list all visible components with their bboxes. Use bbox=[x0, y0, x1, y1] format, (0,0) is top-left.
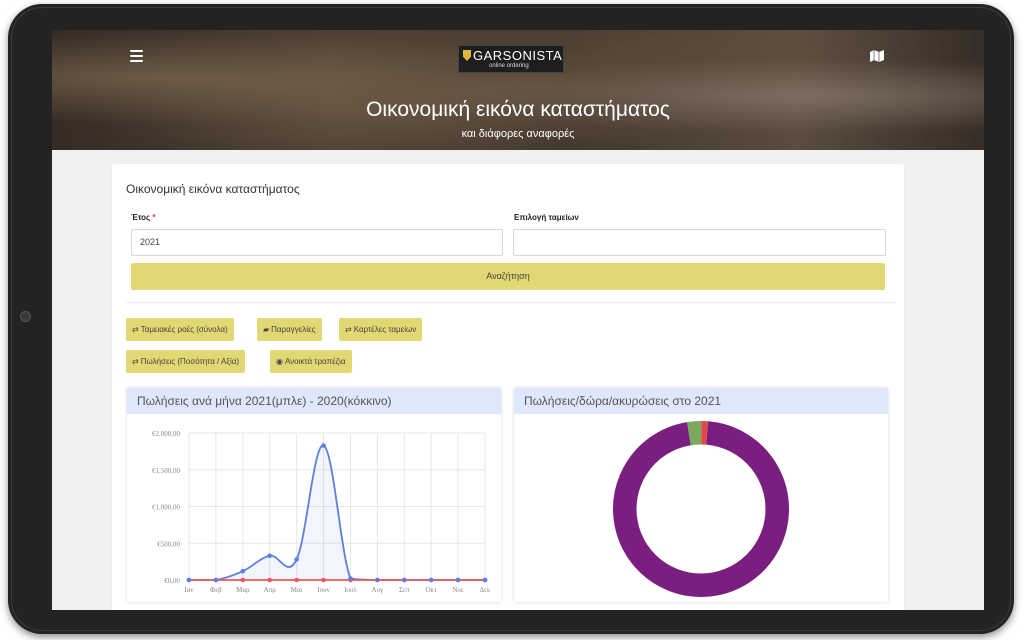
donut-slice-sales bbox=[613, 421, 789, 597]
tab-register-cards[interactable]: ⇄ Καρτέλες ταμείων bbox=[339, 318, 423, 341]
tablet-frame: GARSONISTA online ordering Οικονομική ει… bbox=[8, 4, 1014, 634]
donut-inner-edge bbox=[636, 444, 766, 574]
y-tick-label: €2.000,00 bbox=[152, 430, 181, 438]
donut-slice-gifts bbox=[687, 421, 702, 446]
series-2021-point bbox=[375, 577, 380, 583]
x-tick-label: Ιουλ bbox=[344, 586, 357, 594]
monthly-sales-title: Πωλήσεις ανά μήνα 2021(μπλε) - 2020(κόκκ… bbox=[127, 388, 501, 414]
app-screen: GARSONISTA online ordering Οικονομική ει… bbox=[52, 30, 984, 610]
card-title: Οικονομική εικόνα καταστήματος bbox=[126, 182, 300, 196]
series-2021-point bbox=[401, 577, 407, 583]
page-title: Οικονομική εικόνα καταστήματος bbox=[366, 98, 670, 121]
series-2020-point bbox=[240, 577, 246, 583]
x-tick-label: Σεπ bbox=[399, 586, 410, 594]
x-tick-label: Αυγ bbox=[372, 586, 384, 594]
logo-shield-icon bbox=[463, 50, 471, 61]
series-2021-point bbox=[482, 577, 488, 583]
series-2021-area bbox=[189, 445, 485, 580]
monthly-sales-panel: Πωλήσεις ανά μήνα 2021(μπλε) - 2020(κόκκ… bbox=[127, 388, 501, 602]
series-2021-point bbox=[294, 557, 299, 562]
x-tick-label: Φεβ bbox=[210, 586, 222, 594]
x-tick-label: Μαι bbox=[291, 586, 303, 594]
tab-sales-quantity-value[interactable]: ⇄ Πωλήσεις (Ποσότητα / Αξία) bbox=[126, 350, 246, 373]
series-2021-point bbox=[240, 568, 246, 574]
logo-name: GARSONISTA bbox=[473, 48, 563, 63]
x-tick-label: Ιουν bbox=[317, 586, 329, 594]
x-tick-label: Νοε bbox=[452, 586, 464, 594]
hamburger-menu-icon[interactable] bbox=[130, 50, 143, 62]
registers-label: Επιλογή ταμείων bbox=[514, 213, 579, 222]
series-2021-point bbox=[321, 443, 326, 448]
garsonista-logo[interactable]: GARSONISTA online ordering bbox=[458, 45, 564, 73]
exchange-icon: ⇄ bbox=[345, 325, 352, 334]
report-card: Οικονομική εικόνα καταστήματος Έτος * 20… bbox=[112, 164, 904, 610]
map-marker-icon: ◉ bbox=[276, 357, 283, 366]
x-tick-label: Δεκ bbox=[480, 586, 491, 594]
tab-cash-flows[interactable]: ⇄ Ταμειακές ροές (σύνολα) bbox=[126, 318, 234, 341]
year-label: Έτος * bbox=[131, 213, 156, 222]
registers-select[interactable] bbox=[513, 229, 886, 256]
hero-banner: GARSONISTA online ordering Οικονομική ει… bbox=[52, 30, 984, 150]
y-tick-label: €0,00 bbox=[164, 577, 180, 585]
series-2021-point bbox=[267, 553, 273, 559]
tab-orders[interactable]: ▰ Παραγγελίες bbox=[257, 318, 322, 341]
y-tick-label: €1.500,00 bbox=[152, 467, 181, 475]
y-tick-label: €500,00 bbox=[157, 540, 180, 548]
y-tick-label: €1.000,00 bbox=[152, 504, 181, 512]
series-2021-point bbox=[213, 577, 219, 583]
exchange-icon: ⇄ bbox=[132, 357, 139, 366]
wallet-icon: ▰ bbox=[263, 325, 270, 334]
x-tick-label: Ιαν bbox=[184, 586, 193, 594]
x-tick-label: Μαρ bbox=[236, 586, 250, 594]
series-2020-point bbox=[294, 577, 299, 583]
series-2021-point bbox=[428, 577, 434, 583]
sales-donut-chart bbox=[613, 421, 789, 597]
series-2021-point bbox=[186, 577, 192, 583]
exchange-icon: ⇄ bbox=[132, 325, 139, 334]
page-subtitle: και διάφορες αναφορές bbox=[461, 128, 575, 140]
series-2020-point bbox=[267, 577, 273, 583]
monthly-sales-chart: €2.000,00 €1.500,00 €1.000,00 €500,00 €0,00 Ι… bbox=[152, 430, 491, 594]
search-button[interactable]: Αναζήτηση bbox=[131, 263, 885, 290]
logo-tagline: online ordering bbox=[489, 63, 529, 69]
series-2021-point bbox=[348, 576, 353, 581]
x-tick-label: Απρ bbox=[264, 586, 277, 594]
series-2020-point bbox=[321, 577, 326, 583]
camera-dot bbox=[20, 311, 31, 322]
year-input[interactable]: 2021 bbox=[131, 229, 503, 256]
tab-open-tables[interactable]: ◉ Ανοικτά τραπέζια bbox=[270, 350, 352, 373]
sales-gifts-cancellations-panel: Πωλήσεις/δώρα/ακυρώσεις στο 2021 bbox=[514, 388, 888, 602]
section-divider bbox=[126, 302, 896, 303]
series-2021-point bbox=[455, 577, 461, 583]
map-icon[interactable] bbox=[870, 50, 884, 62]
x-tick-label: Οκτ bbox=[425, 586, 437, 594]
donut-chart-title: Πωλήσεις/δώρα/ακυρώσεις στο 2021 bbox=[514, 388, 888, 414]
